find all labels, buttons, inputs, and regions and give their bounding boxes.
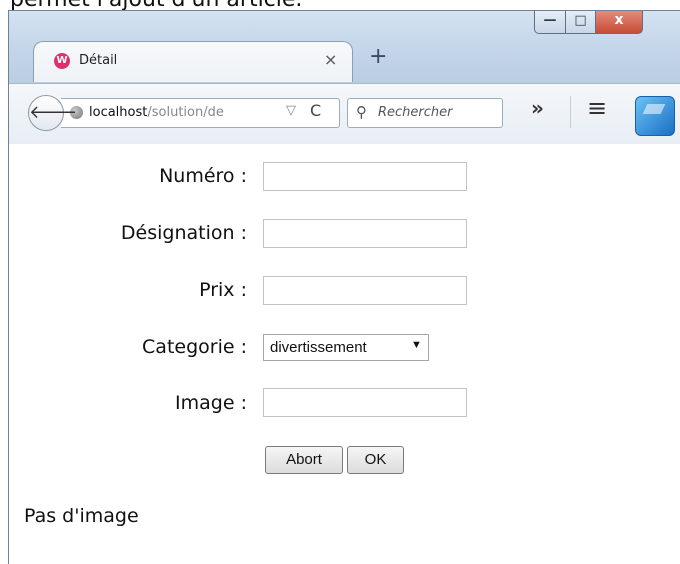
title-bar: — □ x W Détail × + [9,11,680,83]
maximize-icon: □ [574,13,587,28]
url-dropdown-icon[interactable]: ▽ [286,103,296,118]
tab-detail[interactable]: W Détail × [33,41,353,82]
ok-button[interactable]: OK [347,446,404,474]
dropdown-arrow-icon: ▼ [411,339,422,351]
tab-close-icon[interactable]: × [324,50,337,69]
toolbar-divider [570,96,571,128]
designation-input[interactable] [263,219,467,248]
menu-icon[interactable]: ≡ [587,94,607,122]
search-box[interactable]: ⚲ Rechercher [347,98,503,128]
maximize-button[interactable]: □ [565,11,596,34]
search-icon: ⚲ [356,103,367,121]
reload-icon[interactable]: C [310,101,321,120]
designation-label: Désignation : [120,222,247,244]
favicon-icon: W [54,53,70,69]
categorie-selected-value: divertissement [270,339,367,356]
numero-label: Numéro : [159,165,247,187]
url-text: localhost/solution/de [89,105,264,120]
search-placeholder: Rechercher [378,105,453,120]
url-host: localhost [89,105,148,120]
no-image-text: Pas d'image [24,505,139,527]
minimize-icon: — [543,13,557,28]
image-input[interactable] [263,388,467,417]
back-arrow-icon: 🡐 [29,102,78,123]
url-path: /solution/de [147,105,224,120]
numero-input[interactable] [263,162,467,191]
minimize-button[interactable]: — [534,11,566,34]
url-bar[interactable]: localhost/solution/de ▽ C [61,98,340,128]
cube-extension-icon[interactable] [635,96,675,136]
categorie-label: Categorie : [142,336,247,358]
tab-title: Détail [79,53,118,68]
overflow-chevron-icon[interactable]: » [531,96,544,120]
close-window-button[interactable]: x [595,11,643,34]
categorie-select[interactable]: divertissement ▼ [263,334,429,361]
navigation-toolbar: localhost/solution/de ▽ C 🡐 ⚲ Rechercher… [9,83,680,145]
new-tab-button[interactable]: + [369,44,387,69]
back-button[interactable]: 🡐 [28,95,77,131]
close-icon: x [614,12,624,28]
prix-label: Prix : [199,279,247,301]
prix-input[interactable] [263,276,467,305]
image-label: Image : [175,392,247,414]
abort-button[interactable]: Abort [265,446,343,474]
